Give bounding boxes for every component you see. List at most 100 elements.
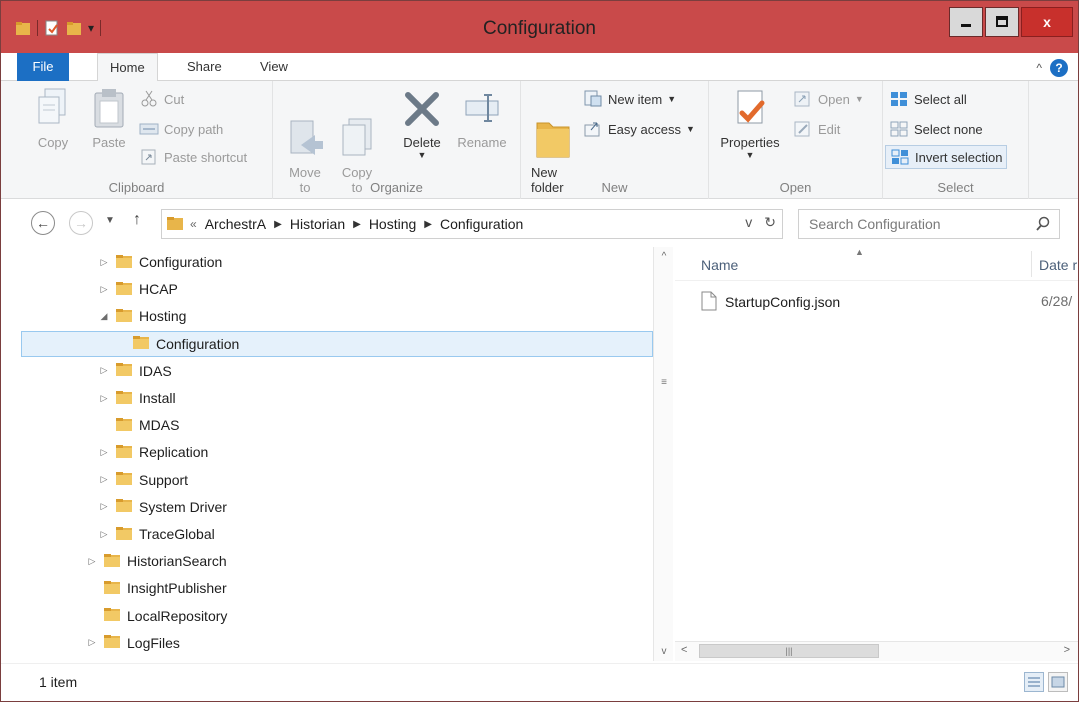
delete-button[interactable]: Delete ▼ bbox=[397, 87, 447, 160]
tab-share[interactable]: Share bbox=[175, 53, 234, 81]
select-all-button[interactable]: Select all bbox=[889, 87, 967, 111]
column-header-date[interactable]: Date r bbox=[1039, 257, 1077, 273]
properties-button[interactable]: Properties ▼ bbox=[715, 87, 785, 160]
copy-button[interactable]: Copy bbox=[31, 87, 75, 150]
tree-item[interactable]: ◢ Hosting bbox=[97, 303, 187, 329]
minimize-button[interactable] bbox=[949, 7, 983, 37]
paste-shortcut-button[interactable]: Paste shortcut bbox=[139, 145, 247, 169]
breadcrumb-archestra[interactable]: ArchestrA bbox=[205, 216, 266, 232]
close-button[interactable]: x bbox=[1021, 7, 1073, 37]
expand-chevron-icon[interactable]: ▷ bbox=[85, 556, 99, 567]
maximize-button[interactable] bbox=[985, 7, 1019, 37]
tree-item-label: HCAP bbox=[139, 281, 178, 298]
tree-item[interactable]: MDAS bbox=[97, 412, 179, 438]
organize-group-label: Organize bbox=[370, 180, 423, 195]
breadcrumb-separator-icon[interactable]: ▶ bbox=[424, 219, 432, 230]
expand-chevron-icon[interactable]: ▷ bbox=[85, 637, 99, 648]
tree-item-label: Install bbox=[139, 390, 176, 406]
cut-label: Cut bbox=[164, 91, 185, 107]
search-icon[interactable] bbox=[1035, 216, 1051, 235]
tab-view[interactable]: View bbox=[248, 53, 300, 81]
edit-button[interactable]: Edit bbox=[793, 117, 840, 141]
breadcrumb-hosting[interactable]: Hosting bbox=[369, 216, 416, 232]
forward-arrow-icon[interactable]: → bbox=[69, 211, 93, 235]
address-history-dropdown[interactable]: v bbox=[745, 214, 752, 231]
expand-chevron-icon[interactable]: ▷ bbox=[97, 365, 111, 376]
refresh-icon[interactable]: ↻ bbox=[764, 214, 776, 231]
breadcrumb-configuration[interactable]: Configuration bbox=[440, 216, 523, 232]
open-label: Open bbox=[818, 91, 850, 107]
paste-button[interactable]: Paste bbox=[87, 87, 131, 150]
tree-item[interactable]: ▷ IDAS bbox=[97, 358, 172, 384]
rename-button[interactable]: Rename bbox=[455, 87, 509, 150]
tree-item[interactable]: ▷ HistorianSearch bbox=[85, 548, 227, 574]
column-divider[interactable] bbox=[1031, 251, 1032, 277]
back-arrow-icon[interactable]: ← bbox=[31, 211, 55, 235]
select-none-button[interactable]: Select none bbox=[889, 117, 983, 141]
scrollbar-grip-icon[interactable]: ≡ bbox=[658, 377, 670, 388]
easy-access-button[interactable]: Easy access ▼ bbox=[583, 117, 695, 141]
new-folder-button[interactable]: New folder bbox=[531, 87, 575, 195]
tab-file[interactable]: File bbox=[17, 53, 69, 81]
expand-chevron-icon[interactable]: ◢ bbox=[97, 311, 111, 322]
details-view-icon[interactable] bbox=[1024, 672, 1044, 692]
copy-path-button[interactable]: Copy path bbox=[139, 117, 223, 141]
breadcrumb-historian[interactable]: Historian bbox=[290, 216, 345, 232]
search-input[interactable] bbox=[809, 216, 1019, 232]
tree-item[interactable]: ▷ HCAP bbox=[97, 276, 178, 302]
expand-chevron-icon[interactable]: ▷ bbox=[97, 393, 111, 404]
cut-button[interactable]: Cut bbox=[139, 87, 184, 111]
minimize-ribbon-chevron-icon[interactable]: ^ bbox=[1036, 61, 1042, 75]
tree-item[interactable]: InsightPublisher bbox=[85, 575, 227, 601]
tree-item[interactable]: ▷ LogFiles bbox=[85, 630, 180, 656]
tree-item[interactable]: Configuration bbox=[21, 330, 653, 357]
expand-chevron-icon[interactable]: ▷ bbox=[97, 529, 111, 540]
up-arrow-icon[interactable]: ↑ bbox=[133, 211, 141, 229]
breadcrumb-separator-icon[interactable]: ▶ bbox=[353, 219, 361, 230]
copy-path-icon bbox=[139, 120, 159, 138]
large-icons-view-icon[interactable] bbox=[1048, 672, 1068, 692]
tree-item[interactable]: ▷ Support bbox=[97, 467, 189, 493]
address-bar[interactable]: « ArchestrA ▶ Historian ▶ Hosting ▶ Conf… bbox=[161, 209, 783, 239]
recent-locations-chevron-icon[interactable]: ▼ bbox=[105, 215, 115, 226]
scroll-right-arrow-icon[interactable]: > bbox=[1064, 644, 1070, 656]
file-item[interactable]: StartupConfig.json bbox=[701, 289, 840, 315]
expand-chevron-icon[interactable]: ▷ bbox=[97, 447, 111, 458]
tab-home[interactable]: Home bbox=[97, 53, 158, 82]
breadcrumb-separator-icon[interactable]: ▶ bbox=[274, 219, 282, 230]
properties-icon bbox=[730, 87, 770, 131]
open-button[interactable]: Open ▼ bbox=[793, 87, 864, 111]
tree-item[interactable]: LocalRepository bbox=[85, 603, 227, 629]
file-name: StartupConfig.json bbox=[725, 294, 841, 310]
paste-icon bbox=[89, 87, 129, 131]
file-list-horizontal-scrollbar[interactable]: < ||| > bbox=[675, 641, 1078, 661]
expand-chevron-icon[interactable]: ▷ bbox=[97, 257, 111, 268]
breadcrumb-overflow[interactable]: « bbox=[190, 217, 197, 231]
expand-chevron-icon[interactable]: ▷ bbox=[97, 474, 111, 485]
scroll-left-arrow-icon[interactable]: < bbox=[681, 644, 687, 656]
invert-selection-button[interactable]: Invert selection bbox=[885, 145, 1008, 169]
copy-to-button[interactable]: Copy to bbox=[337, 87, 377, 195]
search-box[interactable] bbox=[798, 209, 1060, 239]
move-to-button[interactable]: Move to bbox=[285, 87, 325, 195]
column-header-name[interactable]: Name bbox=[701, 257, 738, 273]
new-item-button[interactable]: New item ▼ bbox=[583, 87, 676, 111]
tree-vertical-scrollbar[interactable]: ^ ≡ v bbox=[653, 247, 673, 661]
scroll-down-arrow-icon[interactable]: v bbox=[654, 646, 674, 657]
delete-dropdown-chevron-icon[interactable]: ▼ bbox=[397, 150, 447, 160]
scroll-up-arrow-icon[interactable]: ^ bbox=[654, 251, 674, 262]
select-group: Select all Select none Invert selection … bbox=[883, 81, 1029, 199]
expand-chevron-icon[interactable]: ▷ bbox=[97, 501, 111, 512]
properties-dropdown-chevron-icon[interactable]: ▼ bbox=[715, 150, 785, 160]
tree-item[interactable]: ▷ Configuration bbox=[97, 249, 223, 275]
rename-label: Rename bbox=[457, 135, 507, 150]
move-to-icon bbox=[285, 102, 325, 155]
help-icon[interactable]: ? bbox=[1050, 59, 1068, 77]
tree-item[interactable]: ▷ Install bbox=[97, 385, 176, 411]
tree-item[interactable]: ▷ System Driver bbox=[97, 494, 227, 520]
tree-item[interactable]: ▷ Replication bbox=[97, 439, 209, 465]
tree-item[interactable]: ▷ TraceGlobal bbox=[97, 521, 215, 547]
navigation-tree: ▷ Configuration ▷ HCAP ◢ Hosting Configuration… bbox=[1, 247, 673, 661]
scrollbar-thumb[interactable]: ||| bbox=[699, 644, 879, 658]
expand-chevron-icon[interactable]: ▷ bbox=[97, 284, 111, 295]
